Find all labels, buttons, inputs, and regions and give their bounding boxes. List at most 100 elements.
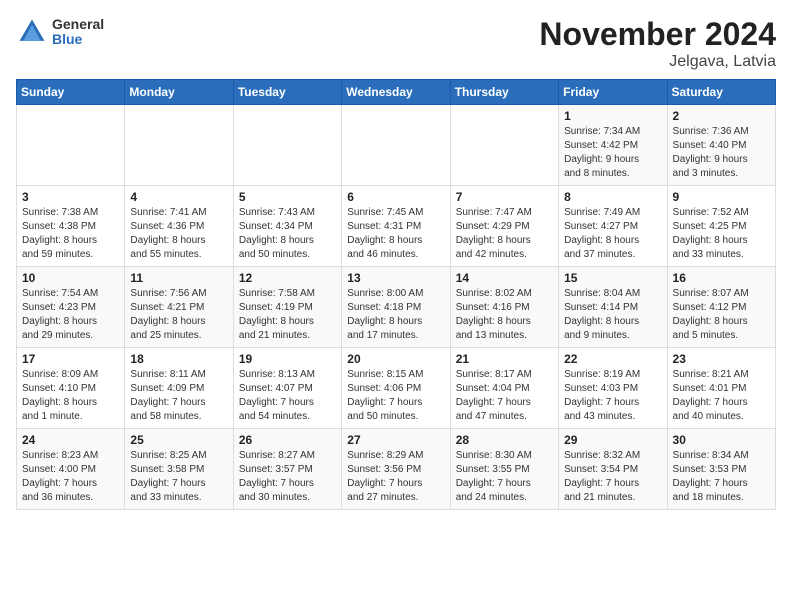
day-detail: Sunrise: 8:23 AM Sunset: 4:00 PM Dayligh… — [22, 449, 119, 505]
day-number: 27 — [347, 433, 444, 447]
day-detail: Sunrise: 8:29 AM Sunset: 3:56 PM Dayligh… — [347, 449, 444, 505]
calendar-cell: 30 Sunrise: 8:34 AM Sunset: 3:53 PM Dayli… — [667, 429, 775, 510]
calendar-header: SundayMondayTuesdayWednesdayThursdayFrid… — [17, 80, 776, 105]
calendar-cell: 18Sunrise: 8:11 AM Sunset: 4:09 PM Dayli… — [125, 348, 233, 429]
day-detail: Sunrise: 8:15 AM Sunset: 4:06 PM Dayligh… — [347, 368, 444, 424]
calendar-cell: 6 Sunrise: 7:45 AM Sunset: 4:31 PM Daylig… — [342, 186, 450, 267]
calendar-cell — [17, 105, 125, 186]
calendar-cell: 21Sunrise: 8:17 AM Sunset: 4:04 PM Dayli… — [450, 348, 558, 429]
calendar-cell: 11 Sunrise: 7:56 AM Sunset: 4:21 PM Dayli… — [125, 267, 233, 348]
day-detail: Sunrise: 8:32 AM Sunset: 3:54 PM Dayligh… — [564, 449, 661, 505]
calendar-table: SundayMondayTuesdayWednesdayThursdayFrid… — [16, 79, 776, 510]
calendar-cell: 28Sunrise: 8:30 AM Sunset: 3:55 PM Dayli… — [450, 429, 558, 510]
day-detail: Sunrise: 8:21 AM Sunset: 4:01 PM Dayligh… — [673, 368, 770, 424]
calendar-cell: 17 Sunrise: 8:09 AM Sunset: 4:10 PM Dayli… — [17, 348, 125, 429]
day-number: 15 — [564, 271, 661, 285]
day-number: 14 — [456, 271, 553, 285]
day-number: 25 — [130, 433, 227, 447]
day-detail: Sunrise: 8:02 AM Sunset: 4:16 PM Dayligh… — [456, 287, 553, 343]
calendar-cell: 24Sunrise: 8:23 AM Sunset: 4:00 PM Dayli… — [17, 429, 125, 510]
calendar-cell: 25 Sunrise: 8:25 AM Sunset: 3:58 PM Dayli… — [125, 429, 233, 510]
header-cell-monday: Monday — [125, 80, 233, 105]
day-number: 2 — [673, 109, 770, 123]
calendar-cell: 20 Sunrise: 8:15 AM Sunset: 4:06 PM Dayli… — [342, 348, 450, 429]
page-header: General Blue November 2024 Jelgava, Latv… — [16, 16, 776, 71]
calendar-cell: 16Sunrise: 8:07 AM Sunset: 4:12 PM Dayli… — [667, 267, 775, 348]
calendar-cell: 23Sunrise: 8:21 AM Sunset: 4:01 PM Dayli… — [667, 348, 775, 429]
day-detail: Sunrise: 7:49 AM Sunset: 4:27 PM Dayligh… — [564, 206, 661, 262]
day-detail: Sunrise: 8:27 AM Sunset: 3:57 PM Dayligh… — [239, 449, 336, 505]
day-detail: Sunrise: 8:34 AM Sunset: 3:53 PM Dayligh… — [673, 449, 770, 505]
day-detail: Sunrise: 7:38 AM Sunset: 4:38 PM Dayligh… — [22, 206, 119, 262]
day-detail: Sunrise: 8:25 AM Sunset: 3:58 PM Dayligh… — [130, 449, 227, 505]
week-row-4: 24Sunrise: 8:23 AM Sunset: 4:00 PM Dayli… — [17, 429, 776, 510]
day-number: 1 — [564, 109, 661, 123]
calendar-cell: 9Sunrise: 7:52 AM Sunset: 4:25 PM Daylig… — [667, 186, 775, 267]
day-detail: Sunrise: 8:11 AM Sunset: 4:09 PM Dayligh… — [130, 368, 227, 424]
calendar-cell — [125, 105, 233, 186]
location: Jelgava, Latvia — [539, 53, 776, 71]
calendar-cell: 10 Sunrise: 7:54 AM Sunset: 4:23 PM Dayli… — [17, 267, 125, 348]
calendar-cell: 27 Sunrise: 8:29 AM Sunset: 3:56 PM Dayli… — [342, 429, 450, 510]
day-number: 29 — [564, 433, 661, 447]
header-cell-friday: Friday — [559, 80, 667, 105]
day-detail: Sunrise: 7:47 AM Sunset: 4:29 PM Dayligh… — [456, 206, 553, 262]
calendar-cell: 12 Sunrise: 7:58 AM Sunset: 4:19 PM Dayli… — [233, 267, 341, 348]
day-number: 3 — [22, 190, 119, 204]
week-row-2: 10 Sunrise: 7:54 AM Sunset: 4:23 PM Dayli… — [17, 267, 776, 348]
month-title: November 2024 — [539, 16, 776, 53]
day-number: 22 — [564, 352, 661, 366]
day-number: 19 — [239, 352, 336, 366]
day-detail: Sunrise: 7:43 AM Sunset: 4:34 PM Dayligh… — [239, 206, 336, 262]
header-cell-wednesday: Wednesday — [342, 80, 450, 105]
calendar-cell: 3 Sunrise: 7:38 AM Sunset: 4:38 PM Daylig… — [17, 186, 125, 267]
day-number: 7 — [456, 190, 553, 204]
day-detail: Sunrise: 8:17 AM Sunset: 4:04 PM Dayligh… — [456, 368, 553, 424]
day-number: 20 — [347, 352, 444, 366]
calendar-cell: 19 Sunrise: 8:13 AM Sunset: 4:07 PM Dayli… — [233, 348, 341, 429]
day-detail: Sunrise: 8:07 AM Sunset: 4:12 PM Dayligh… — [673, 287, 770, 343]
day-number: 6 — [347, 190, 444, 204]
calendar-cell: 5 Sunrise: 7:43 AM Sunset: 4:34 PM Daylig… — [233, 186, 341, 267]
day-number: 8 — [564, 190, 661, 204]
day-number: 17 — [22, 352, 119, 366]
logo-blue: Blue — [52, 32, 104, 47]
week-row-0: 1Sunrise: 7:34 AM Sunset: 4:42 PM Daylig… — [17, 105, 776, 186]
day-number: 12 — [239, 271, 336, 285]
calendar-cell — [233, 105, 341, 186]
day-detail: Sunrise: 7:45 AM Sunset: 4:31 PM Dayligh… — [347, 206, 444, 262]
day-number: 28 — [456, 433, 553, 447]
calendar-cell: 13Sunrise: 8:00 AM Sunset: 4:18 PM Dayli… — [342, 267, 450, 348]
day-number: 4 — [130, 190, 227, 204]
header-cell-thursday: Thursday — [450, 80, 558, 105]
calendar-cell: 15 Sunrise: 8:04 AM Sunset: 4:14 PM Dayli… — [559, 267, 667, 348]
header-cell-sunday: Sunday — [17, 80, 125, 105]
day-number: 5 — [239, 190, 336, 204]
calendar-cell: 2 Sunrise: 7:36 AM Sunset: 4:40 PM Daylig… — [667, 105, 775, 186]
week-row-3: 17 Sunrise: 8:09 AM Sunset: 4:10 PM Dayli… — [17, 348, 776, 429]
day-number: 30 — [673, 433, 770, 447]
header-cell-saturday: Saturday — [667, 80, 775, 105]
calendar-cell: 8 Sunrise: 7:49 AM Sunset: 4:27 PM Daylig… — [559, 186, 667, 267]
calendar-cell: 26 Sunrise: 8:27 AM Sunset: 3:57 PM Dayli… — [233, 429, 341, 510]
day-detail: Sunrise: 7:54 AM Sunset: 4:23 PM Dayligh… — [22, 287, 119, 343]
calendar-cell: 4Sunrise: 7:41 AM Sunset: 4:36 PM Daylig… — [125, 186, 233, 267]
day-detail: Sunrise: 8:09 AM Sunset: 4:10 PM Dayligh… — [22, 368, 119, 424]
day-number: 9 — [673, 190, 770, 204]
day-detail: Sunrise: 8:13 AM Sunset: 4:07 PM Dayligh… — [239, 368, 336, 424]
day-number: 11 — [130, 271, 227, 285]
day-number: 10 — [22, 271, 119, 285]
calendar-body: 1Sunrise: 7:34 AM Sunset: 4:42 PM Daylig… — [17, 105, 776, 510]
day-detail: Sunrise: 7:58 AM Sunset: 4:19 PM Dayligh… — [239, 287, 336, 343]
calendar-cell: 22Sunrise: 8:19 AM Sunset: 4:03 PM Dayli… — [559, 348, 667, 429]
day-number: 26 — [239, 433, 336, 447]
day-detail: Sunrise: 7:36 AM Sunset: 4:40 PM Dayligh… — [673, 125, 770, 181]
logo-general: General — [52, 17, 104, 32]
calendar-cell: 29 Sunrise: 8:32 AM Sunset: 3:54 PM Dayli… — [559, 429, 667, 510]
logo: General Blue — [16, 16, 104, 48]
day-detail: Sunrise: 8:04 AM Sunset: 4:14 PM Dayligh… — [564, 287, 661, 343]
header-row: SundayMondayTuesdayWednesdayThursdayFrid… — [17, 80, 776, 105]
calendar-cell: 1Sunrise: 7:34 AM Sunset: 4:42 PM Daylig… — [559, 105, 667, 186]
day-detail: Sunrise: 7:56 AM Sunset: 4:21 PM Dayligh… — [130, 287, 227, 343]
logo-text: General Blue — [52, 17, 104, 48]
